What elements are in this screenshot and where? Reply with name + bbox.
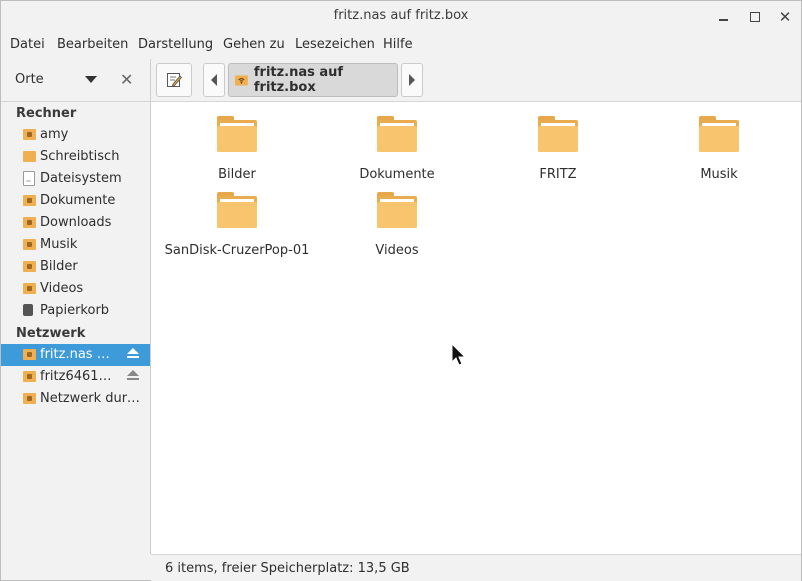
menu-datei[interactable]: Datei <box>10 37 45 52</box>
file-manager-window: fritz.nas auf fritz.box ✕ Datei Bearbeit… <box>0 0 802 581</box>
section-network-title: Netzwerk <box>16 326 86 341</box>
section-computer-title: Rechner <box>16 106 77 121</box>
videos-folder-icon <box>23 283 36 294</box>
folder-item-dokumente[interactable]: Dokumente <box>317 110 477 182</box>
sidebar-item-label: Musik <box>40 237 78 252</box>
sidebar-item-papierkorb[interactable]: Papierkorb <box>1 300 150 322</box>
edit-icon <box>167 73 182 87</box>
path-bar-current-button[interactable]: fritz.nas auf fritz.box <box>228 63 398 97</box>
places-sidebar: Rechner amy Schreibtisch Dateisystem Dok… <box>1 102 150 554</box>
file-view[interactable]: Bilder Dokumente FRITZ Musik SanDisk-Cru… <box>151 102 801 554</box>
folder-icon <box>538 116 578 152</box>
pictures-folder-icon <box>23 261 36 272</box>
sidebar-item-dateisystem[interactable]: Dateisystem <box>1 168 150 190</box>
menu-lesezeichen[interactable]: Lesezeichen <box>295 37 375 52</box>
folder-icon <box>217 116 257 152</box>
folder-item-sandisk[interactable]: SanDisk-CruzerPop-01 <box>157 186 317 258</box>
folder-item-fritz[interactable]: FRITZ <box>478 110 638 182</box>
places-dropdown-label[interactable]: Orte <box>15 72 44 87</box>
path-scroll-left-button[interactable] <box>203 63 225 97</box>
title-bar[interactable]: fritz.nas auf fritz.box ✕ <box>1 1 801 32</box>
status-text: 6 items, freier Speicherplatz: 13,5 GB <box>165 561 410 576</box>
folder-name: FRITZ <box>539 167 577 182</box>
trash-icon <box>23 304 33 316</box>
home-folder-icon <box>23 129 36 140</box>
network-folder-icon <box>23 349 36 360</box>
sidebar-item-label: fritz6461 auf fritz.box <box>40 369 112 384</box>
folder-name: Dokumente <box>359 167 435 182</box>
folder-name: Musik <box>700 167 738 182</box>
close-icon: ✕ <box>778 7 792 26</box>
maximize-button[interactable] <box>745 7 765 27</box>
sidebar-item-label: Netzwerk durchsuchen <box>40 391 144 406</box>
minimize-button[interactable] <box>713 7 733 27</box>
sidebar-item-fritz6461[interactable]: fritz6461 auf fritz.box <box>1 366 150 388</box>
sidebar-item-musik[interactable]: Musik <box>1 234 150 256</box>
sidebar-item-fritz-nas[interactable]: fritz.nas auf fritz.box <box>1 344 150 366</box>
drive-icon <box>23 171 35 186</box>
sidebar-item-videos[interactable]: Videos <box>1 278 150 300</box>
folder-icon <box>217 192 257 228</box>
folder-name: Bilder <box>218 167 256 182</box>
sidebar-item-label: Downloads <box>40 215 112 230</box>
network-browse-icon <box>23 393 36 404</box>
sidebar-item-netzwerk-durchsuchen[interactable]: Netzwerk durchsuchen <box>1 388 150 410</box>
sidebar-item-schreibtisch[interactable]: Schreibtisch <box>1 146 150 168</box>
path-label: fritz.nas auf fritz.box <box>253 65 344 95</box>
folder-item-videos[interactable]: Videos <box>317 186 477 258</box>
network-folder-icon <box>23 371 36 382</box>
sidebar-item-label: Videos <box>40 281 84 296</box>
sidebar-item-amy[interactable]: amy <box>1 124 150 146</box>
sidebar-item-dokumente[interactable]: Dokumente <box>1 190 150 212</box>
sidebar-item-label: Dokumente <box>40 193 116 208</box>
minimize-icon <box>718 19 728 21</box>
menu-bar: Datei Bearbeiten Darstellung Gehen zu Le… <box>1 34 801 56</box>
maximize-icon <box>750 12 760 22</box>
network-folder-icon <box>235 75 248 86</box>
folder-name: SanDisk-CruzerPop-01 <box>164 243 310 258</box>
path-scroll-right-button[interactable] <box>401 63 423 97</box>
sidebar-item-label: Dateisystem <box>40 171 122 186</box>
folder-item-bilder[interactable]: Bilder <box>157 110 317 182</box>
toggle-location-entry-button[interactable] <box>156 63 192 97</box>
menu-gehen-zu[interactable]: Gehen zu <box>223 37 285 52</box>
sidebar-item-label: Schreibtisch <box>40 149 120 164</box>
menu-darstellung[interactable]: Darstellung <box>138 37 213 52</box>
folder-icon <box>377 116 417 152</box>
sidebar-item-label: Bilder <box>40 259 78 274</box>
folder-item-musik[interactable]: Musik <box>639 110 799 182</box>
folder-icon <box>699 116 739 152</box>
chevron-down-icon[interactable] <box>85 76 97 83</box>
sidebar-header: Orte ✕ <box>1 59 150 102</box>
sidebar-item-downloads[interactable]: Downloads <box>1 212 150 234</box>
sidebar-item-label: Papierkorb <box>40 303 110 318</box>
chevron-right-icon <box>409 74 415 86</box>
eject-icon[interactable] <box>127 348 139 361</box>
sidebar-item-label: amy <box>40 127 69 142</box>
folder-icon <box>377 192 417 228</box>
close-window-button[interactable]: ✕ <box>775 7 795 27</box>
location-toolbar: fritz.nas auf fritz.box <box>151 59 801 102</box>
menu-bearbeiten[interactable]: Bearbeiten <box>57 37 128 52</box>
sidebar-item-bilder[interactable]: Bilder <box>1 256 150 278</box>
window-title: fritz.nas auf fritz.box <box>333 8 469 23</box>
status-bar: 6 items, freier Speicherplatz: 13,5 GB <box>151 554 801 581</box>
chevron-left-icon <box>211 74 217 86</box>
menu-hilfe[interactable]: Hilfe <box>383 37 413 52</box>
music-folder-icon <box>23 239 36 250</box>
documents-folder-icon <box>23 195 36 206</box>
mouse-cursor-icon <box>451 343 467 366</box>
folder-name: Videos <box>375 243 419 258</box>
sidebar-item-label: fritz.nas auf fritz.box <box>40 347 112 362</box>
eject-icon[interactable] <box>127 370 139 383</box>
close-sidebar-icon[interactable]: ✕ <box>120 70 133 89</box>
downloads-folder-icon <box>23 217 36 228</box>
desktop-folder-icon <box>23 151 36 162</box>
